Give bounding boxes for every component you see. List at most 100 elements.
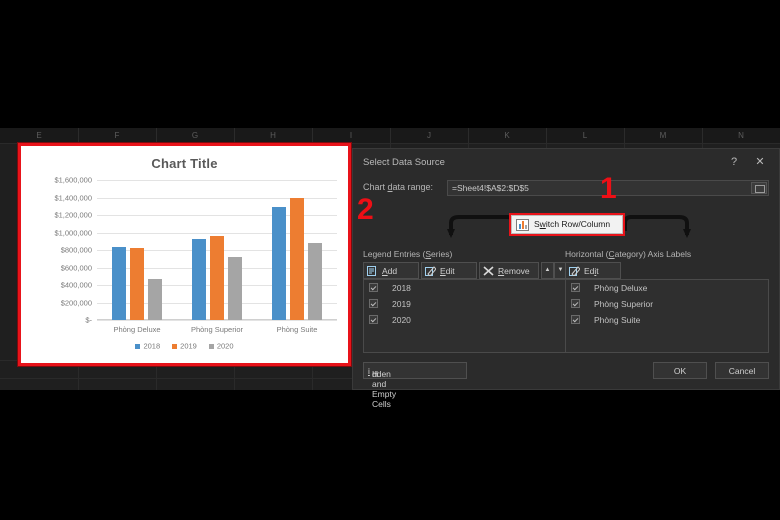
legend-item-2020[interactable]: 2020 <box>208 341 234 351</box>
hidden-and-empty-cells-button[interactable]: Hi dden and Empty Cells <box>363 362 467 409</box>
switch-row-column-label: Switch Row/Column <box>534 219 611 229</box>
legend-swatch <box>135 344 141 349</box>
y-axis-tick: $200,000 <box>60 298 92 307</box>
add-icon <box>367 266 376 276</box>
column-header-i[interactable]: I <box>312 128 391 143</box>
chart-data-range-value: =Sheet4!$A$2:$D$5 <box>452 183 529 193</box>
column-header-n[interactable]: N <box>702 128 780 143</box>
column-header-l[interactable]: L <box>546 128 625 143</box>
move-up-icon: ▲ <box>544 267 551 273</box>
hidden-and-empty-cells-label: Hi dden and Empty Cells <box>368 366 397 409</box>
x-axis-category-label: Phòng Suite <box>276 325 318 334</box>
add-button[interactable]: Add <box>363 262 419 279</box>
range-picker-icon[interactable] <box>751 182 767 194</box>
axis-label-label: Phòng Superior <box>594 299 654 309</box>
legend-label: 2018 <box>143 342 161 351</box>
bar-2019-1[interactable] <box>210 236 224 320</box>
checkbox[interactable] <box>571 315 580 324</box>
column-header-k[interactable]: K <box>468 128 547 143</box>
chart-data-range-row: Chart data range: =Sheet4!$A$2:$D$5 <box>363 180 769 196</box>
bar-2020-2[interactable] <box>308 243 322 320</box>
edit-icon <box>425 266 436 276</box>
axis-label-list-item[interactable]: Phòng Deluxe <box>566 280 768 296</box>
axis-labels-header: Horizontal (Category) Axis Labels <box>565 249 692 259</box>
column-header-h[interactable]: H <box>234 128 313 143</box>
legend-item-2018[interactable]: 2018 <box>135 341 160 351</box>
legend-entries-panel: Legend Entries (Series) Add Edit Remove … <box>363 249 567 353</box>
gridline <box>97 320 337 321</box>
legend-swatch <box>172 344 178 349</box>
y-axis-tick: $1,400,000 <box>54 193 92 202</box>
remove-icon <box>483 266 494 276</box>
legend-entry-list-item[interactable]: 2018 <box>364 280 566 296</box>
dialog-title: Select Data Source <box>363 157 445 168</box>
legend-entries-toolbar: Add Edit Remove ▲ ▼ <box>363 262 567 279</box>
chart-object[interactable]: Chart Title $1,600,000 $1,400,000 $1,200,0… <box>18 143 351 366</box>
chart-plot-area: Chart Title $1,600,000 $1,400,000 $1,200,0… <box>21 146 348 363</box>
remove-label: Remove <box>498 266 530 276</box>
close-icon[interactable]: ✕ <box>749 154 771 170</box>
axis-labels-panel: Horizontal (Category) Axis Labels Edit P… <box>565 249 769 353</box>
legend-label: 2020 <box>216 342 234 351</box>
column-header-g[interactable]: G <box>156 128 235 143</box>
legend-entries-list[interactable]: 2018 2019 2020 <box>363 279 567 353</box>
gridline <box>97 180 337 181</box>
legend-item-2019[interactable]: 2019 <box>172 341 197 351</box>
checkbox[interactable] <box>571 283 580 292</box>
y-axis-tick: $400,000 <box>60 280 92 290</box>
bar-2018-0[interactable] <box>112 246 126 320</box>
checkbox[interactable] <box>369 315 378 324</box>
legend-entry-list-item[interactable]: 2020 <box>364 312 566 328</box>
axis-label-list-item[interactable]: Phòng Suite <box>566 312 768 328</box>
switch-row-column-button[interactable]: Switch Row/Column <box>509 213 625 236</box>
legend-entry-label: 2020 <box>392 315 411 325</box>
column-header-e[interactable]: E <box>0 128 79 143</box>
switch-row-column-row: Switch Row/Column <box>353 207 779 243</box>
column-header-j[interactable]: J <box>390 128 469 143</box>
bar-2018-1[interactable] <box>192 238 206 320</box>
column-header-f[interactable]: F <box>78 128 157 143</box>
y-axis-tick: $1,200,000 <box>54 210 92 220</box>
axis-edit-label: Edit <box>584 266 599 276</box>
remove-button[interactable]: Remove <box>479 262 539 279</box>
bar-2020-0[interactable] <box>148 278 162 320</box>
x-axis-category-label: Phòng Superior <box>190 325 244 334</box>
select-data-source-dialog[interactable]: Select Data Source ? ✕ Chart data range:… <box>352 148 780 409</box>
chart-data-range-label: Chart data range: <box>363 182 434 192</box>
edit-icon <box>569 266 580 276</box>
switch-row-column-icon <box>516 219 529 231</box>
checkbox[interactable] <box>571 299 580 308</box>
ok-button[interactable]: OK <box>653 362 707 379</box>
cancel-button[interactable]: Cancel <box>715 362 769 379</box>
axis-label-label: Phòng Suite <box>594 315 641 325</box>
axis-labels-toolbar: Edit <box>565 262 769 279</box>
bar-2019-2[interactable] <box>290 197 304 320</box>
bar-2020-1[interactable] <box>228 257 242 320</box>
checkbox[interactable] <box>369 299 378 308</box>
axis-labels-list[interactable]: Phòng Deluxe Phòng Superior Phòng Suite <box>565 279 769 353</box>
bar-2019-0[interactable] <box>130 248 144 320</box>
bar-2018-2[interactable] <box>272 207 286 320</box>
help-icon[interactable]: ? <box>723 154 745 170</box>
legend-label: 2019 <box>180 342 197 351</box>
checkbox[interactable] <box>369 283 378 292</box>
column-header-m[interactable]: M <box>624 128 703 143</box>
axis-label-label: Phòng Deluxe <box>594 283 648 293</box>
y-axis-tick: $600,000 <box>60 263 92 272</box>
annotation-1: 1 <box>600 172 617 205</box>
legend-entries-header: Legend Entries (Series) <box>363 249 453 259</box>
legend-entry-list-item[interactable]: 2019 <box>364 296 566 312</box>
move-up-button[interactable]: ▲ <box>541 262 554 279</box>
chart-legend[interactable]: 2018 2019 2020 <box>21 341 348 351</box>
chart-title[interactable]: Chart Title <box>21 156 348 171</box>
x-axis-category-label: Phòng Deluxe <box>113 325 161 334</box>
column-header-strip: EFGHIJKLMN <box>0 128 780 144</box>
chart-bars: $1,600,000 $1,400,000 $1,200,000 $1,000,000… <box>54 176 337 334</box>
edit-label: Edit <box>440 266 455 276</box>
edit-button[interactable]: Edit <box>421 262 477 279</box>
axis-edit-button[interactable]: Edit <box>565 262 621 279</box>
annotation-2: 2 <box>357 193 374 226</box>
axis-label-list-item[interactable]: Phòng Superior <box>566 296 768 312</box>
y-axis-tick: $- <box>85 315 92 325</box>
right-curved-arrow-icon <box>625 215 691 238</box>
